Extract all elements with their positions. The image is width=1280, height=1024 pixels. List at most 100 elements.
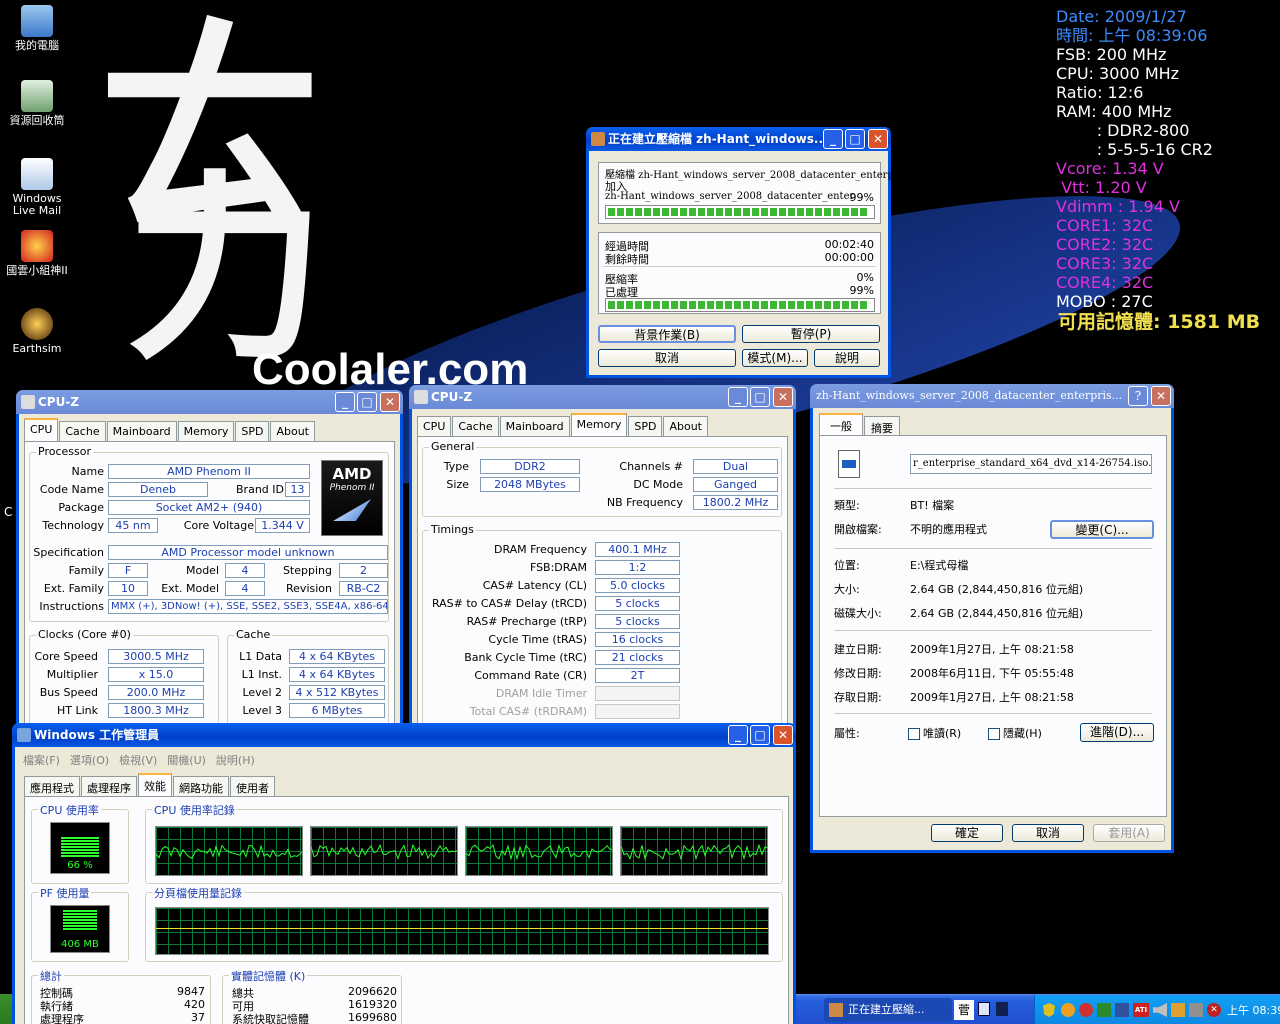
ati-icon[interactable]: ATI: [1133, 1003, 1149, 1017]
menu-file[interactable]: 檔案(F): [23, 752, 60, 768]
timing-label: CAS# Latency (CL): [482, 579, 587, 592]
minimize-button[interactable]: _: [335, 392, 355, 412]
cpu-usage-meter-fill: [61, 837, 99, 857]
timing-value: 2T: [595, 668, 680, 683]
ime-indicator[interactable]: 菅: [954, 1000, 974, 1020]
maximize-button[interactable]: □: [845, 129, 865, 149]
desktop-icon-earthsim[interactable]: Earthsim: [0, 308, 74, 355]
tab-summary[interactable]: 摘要: [864, 416, 900, 436]
maximize-button[interactable]: □: [750, 725, 770, 745]
cpuz-cpu-panel: Processor Name AMD Phenom II Code Name D…: [24, 441, 395, 731]
change-button[interactable]: 變更(C)...: [1050, 520, 1154, 539]
tab-about[interactable]: About: [663, 416, 708, 436]
taskbar-button-winrar[interactable]: 正在建立壓縮...: [824, 998, 952, 1022]
desktop-icon-recycle-bin[interactable]: 資源回收筒: [0, 80, 74, 127]
tab-users[interactable]: 使用者: [230, 776, 275, 796]
antivirus-icon[interactable]: [1079, 1003, 1093, 1017]
tab-networking[interactable]: 網路功能: [173, 776, 229, 796]
tab-mainboard[interactable]: Mainboard: [106, 421, 177, 441]
ime-mode-icon[interactable]: [978, 1002, 990, 1016]
tab-memory[interactable]: Memory: [177, 421, 235, 441]
shield-icon[interactable]: [1043, 1003, 1055, 1017]
maximize-button[interactable]: □: [750, 387, 770, 407]
minimize-button[interactable]: _: [728, 725, 748, 745]
tab-spd[interactable]: SPD: [235, 421, 270, 441]
tab-performance[interactable]: 效能: [138, 773, 172, 796]
close-button[interactable]: ✕: [773, 725, 793, 745]
timing-label: DRAM Frequency: [493, 543, 587, 556]
package-value: Socket AM2+ (940): [108, 500, 310, 515]
maximize-button[interactable]: □: [357, 392, 377, 412]
security-alert-icon[interactable]: ✕: [1207, 1003, 1221, 1017]
taskbar-clock[interactable]: 上午 08:39: [1227, 1002, 1280, 1018]
cpu-history-graph-4: [620, 826, 768, 876]
tab-mainboard[interactable]: Mainboard: [499, 416, 570, 436]
close-button[interactable]: ✕: [773, 387, 793, 407]
start-button-edge[interactable]: [0, 994, 12, 1024]
cpuz-memory-titlebar[interactable]: CPU-Z _ □ ✕: [409, 385, 796, 409]
info-vtt: Vtt: 1.20 V: [1056, 178, 1147, 197]
usb-icon[interactable]: [1189, 1003, 1203, 1017]
taskmgr-titlebar[interactable]: Windows 工作管理員 _ □ ✕: [12, 723, 796, 747]
desktop-icon-game[interactable]: 國雲小組神II: [0, 230, 74, 277]
minimize-button[interactable]: _: [728, 387, 748, 407]
menu-options[interactable]: 選項(O): [70, 752, 109, 768]
close-button[interactable]: ✕: [380, 392, 400, 412]
tab-memory[interactable]: Memory: [570, 413, 628, 436]
voltage-value: 1.344 V: [255, 518, 310, 533]
winrar-file-panel: 壓縮檔 zh-Hant_windows_server_2008_datacent…: [598, 162, 894, 224]
tab-cpu[interactable]: CPU: [24, 418, 59, 441]
volume-icon[interactable]: [1153, 1003, 1167, 1017]
background-button[interactable]: 背景作業(B): [598, 325, 736, 343]
tab-spd[interactable]: SPD: [628, 416, 663, 436]
ht-link-value: 1800.3 MHz: [108, 703, 204, 718]
desktop-icon-my-computer[interactable]: 我的電腦: [0, 5, 74, 52]
advanced-button[interactable]: 進階(D)...: [1080, 723, 1154, 742]
timing-value: [595, 704, 680, 719]
ime-options-icon[interactable]: [996, 1002, 1008, 1016]
timing-label: DRAM Idle Timer: [495, 687, 587, 700]
cancel-button[interactable]: 取消: [598, 349, 736, 367]
info-core1: CORE1: 32C: [1056, 216, 1154, 235]
tab-general[interactable]: 一般: [819, 413, 863, 436]
desktop-icon-live-mail[interactable]: Windows Live Mail: [0, 158, 74, 217]
winrar-titlebar[interactable]: 正在建立壓縮檔 zh-Hant_windows... _ □ ✕: [586, 127, 891, 151]
tab-cpu[interactable]: CPU: [417, 416, 452, 436]
network-icon[interactable]: [1097, 1003, 1111, 1017]
tab-applications[interactable]: 應用程式: [24, 776, 80, 796]
menu-view[interactable]: 檢視(V): [119, 752, 157, 768]
close-button[interactable]: ✕: [868, 129, 888, 149]
info-icon[interactable]: [1061, 1003, 1075, 1017]
cpu-history-line-2: [311, 843, 457, 860]
tab-cache[interactable]: Cache: [452, 416, 499, 436]
close-button[interactable]: ✕: [1151, 386, 1171, 406]
cancel-button[interactable]: 取消: [1012, 824, 1084, 842]
pause-button[interactable]: 暫停(P): [742, 325, 880, 343]
help-button[interactable]: 說明: [814, 349, 880, 367]
file-icon: [838, 450, 860, 478]
menu-shutdown[interactable]: 關機(U): [167, 752, 206, 768]
cpuz-icon: [21, 395, 35, 409]
properties-titlebar[interactable]: zh-Hant_windows_server_2008_datacenter_e…: [810, 384, 1174, 408]
l2-value: 4 x 512 KBytes: [289, 685, 385, 700]
cpuz-cpu-titlebar[interactable]: CPU-Z _ □ ✕: [16, 390, 403, 414]
pf-history-graph: [155, 907, 769, 955]
readonly-checkbox[interactable]: 唯讀(R): [908, 725, 961, 741]
tab-about[interactable]: About: [270, 421, 315, 441]
info-core2: CORE2: 32C: [1056, 235, 1154, 254]
help-title-button[interactable]: ?: [1128, 386, 1148, 406]
menu-help[interactable]: 說明(H): [216, 752, 255, 768]
pf-usage-meter: 406 MB: [50, 905, 110, 953]
ok-button[interactable]: 確定: [931, 824, 1003, 842]
tray-app-icon[interactable]: [1171, 1003, 1185, 1017]
display-icon[interactable]: [1115, 1003, 1129, 1017]
apply-button[interactable]: 套用(A): [1093, 824, 1165, 842]
hidden-checkbox[interactable]: 隱藏(H): [988, 725, 1042, 741]
divider: [603, 266, 876, 267]
tab-cache[interactable]: Cache: [59, 421, 106, 441]
minimize-button[interactable]: _: [823, 129, 843, 149]
tab-processes[interactable]: 處理程序: [81, 776, 137, 796]
filename-input[interactable]: r_enterprise_standard_x64_dvd_x14-26754.…: [910, 454, 1152, 474]
info-core3: CORE3: 32C: [1056, 254, 1154, 273]
mode-button[interactable]: 模式(M)...: [742, 349, 808, 367]
